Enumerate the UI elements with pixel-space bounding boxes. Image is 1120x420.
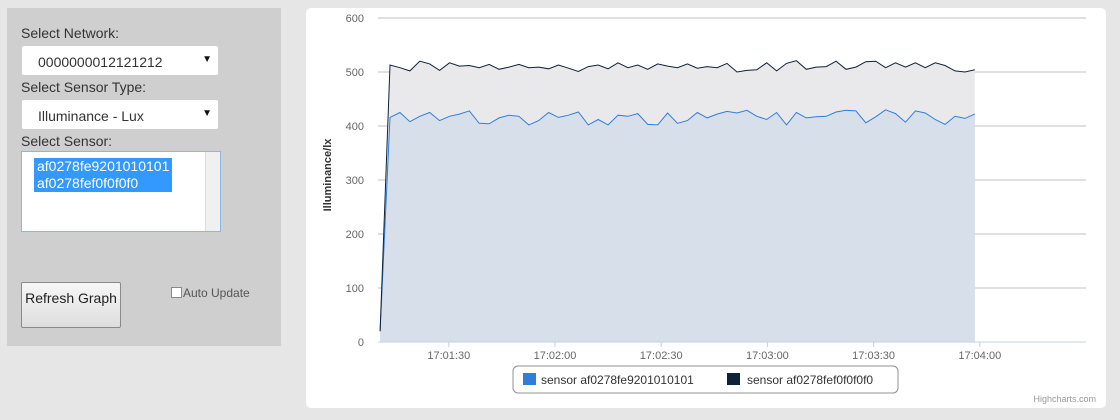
refresh-graph-button[interactable]: Refresh Graph [21, 282, 121, 328]
y-tick-label: 500 [346, 67, 364, 79]
auto-update-toggle[interactable]: Auto Update [171, 286, 250, 300]
chart-panel: 0 100 200 300 400 500 600 17:01:30 17:02:00 17:0… [306, 8, 1106, 408]
sensor-list-scrollbar[interactable] [205, 152, 220, 231]
y-tick-label: 100 [346, 283, 364, 295]
x-tick-label: 17:02:00 [534, 350, 577, 362]
network-label: Select Network: [21, 25, 120, 41]
y-tick-label: 200 [346, 229, 364, 241]
dropdown-arrow-icon: ▼ [202, 54, 212, 65]
legend-item-sensor-2[interactable]: sensor af0278fef0f0f0f0 [727, 373, 873, 387]
series-area-1 [380, 109, 975, 342]
y-axis-ticks: 0 100 200 300 400 500 600 [346, 13, 364, 349]
area-fills [380, 60, 975, 342]
sidebar-panel: Select Network: 0000000012121212 ▼ Selec… [7, 8, 281, 346]
dropdown-arrow-icon: ▼ [202, 108, 212, 119]
y-tick-label: 600 [346, 13, 364, 25]
legend-item-sensor-1[interactable]: sensor af0278fe9201010101 [523, 373, 694, 387]
auto-update-label: Auto Update [183, 286, 250, 300]
sensor-option[interactable]: af0278fef0f0f0f0 [34, 175, 173, 192]
sensor-type-select-value: Illuminance - Lux [38, 108, 144, 124]
y-axis-label: Illuminance/lx [322, 138, 334, 212]
sensor-multiselect[interactable]: af0278fe9201010101 af0278fef0f0f0f0 [21, 151, 221, 232]
sensor-option[interactable]: af0278fe9201010101 [34, 158, 173, 175]
sensor-label: Select Sensor: [21, 133, 113, 149]
legend: sensor af0278fe9201010101 sensor af0278f… [512, 365, 899, 394]
network-select-value: 0000000012121212 [38, 54, 163, 70]
illuminance-chart: 0100200300400500600 17:01:30 17:02:00 17:0… [322, 13, 1096, 404]
y-tick-label: 0 [358, 337, 364, 349]
x-tick-label: 17:03:00 [746, 350, 789, 362]
legend-label: sensor af0278fef0f0f0f0 [747, 373, 873, 387]
legend-label: sensor af0278fe9201010101 [541, 373, 694, 387]
x-tick-label: 17:02:30 [640, 350, 683, 362]
sensor-type-select[interactable]: Illuminance - Lux ▼ [21, 99, 219, 130]
legend-swatch [523, 373, 536, 385]
network-select[interactable]: 0000000012121212 ▼ [21, 45, 219, 76]
auto-update-checkbox[interactable] [171, 287, 182, 298]
highcharts-credits[interactable]: Highcharts.com [1033, 394, 1096, 404]
x-tick-label: 17:03:30 [852, 350, 895, 362]
legend-swatch [727, 373, 740, 385]
x-tick-label: 17:04:00 [958, 350, 1001, 362]
sensor-type-label: Select Sensor Type: [21, 79, 147, 95]
x-axis-ticks: 17:01:30 17:02:00 17:02:30 17:03:00 17:03:30… [378, 341, 1086, 362]
y-tick-label: 300 [346, 175, 364, 187]
x-tick-label: 17:01:30 [427, 350, 470, 362]
y-tick-label: 400 [346, 121, 364, 133]
